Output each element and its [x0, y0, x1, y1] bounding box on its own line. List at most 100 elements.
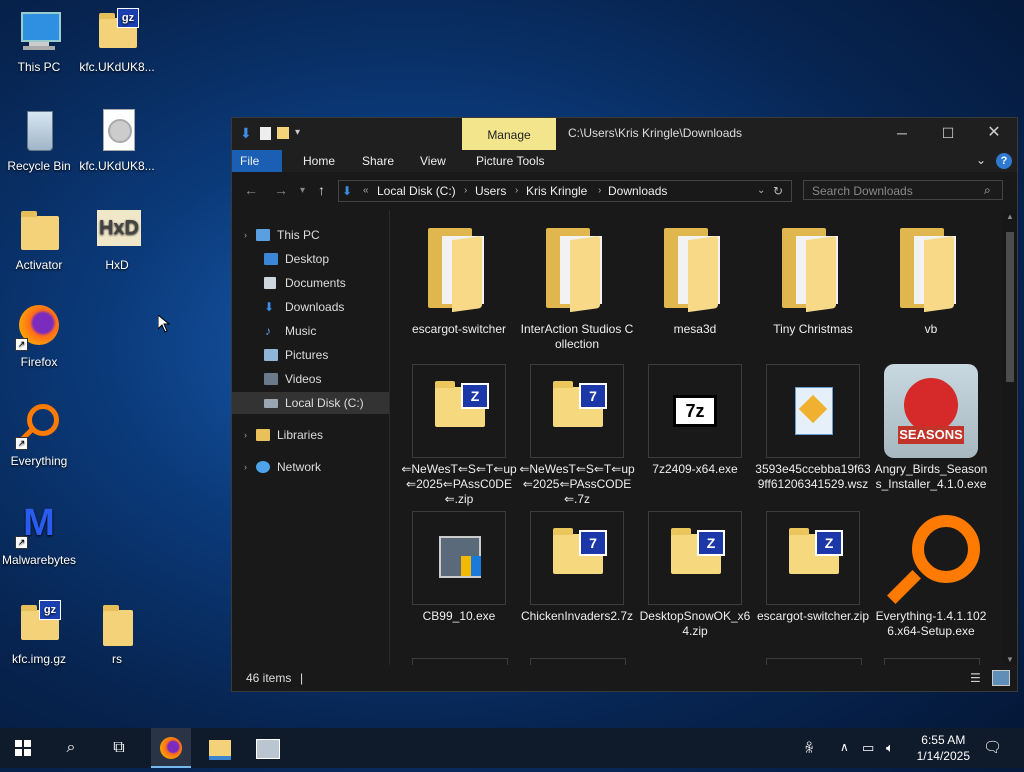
notifications-icon[interactable]: 🗨︎ — [983, 738, 1002, 756]
search-input[interactable]: Search Downloads — [803, 180, 1003, 200]
folder-item[interactable]: InterAction Studios Collection — [518, 224, 636, 352]
up-button[interactable]: ↑ — [318, 182, 325, 198]
breadcrumb-downloads[interactable]: Downloads — [608, 181, 667, 201]
nav-libraries[interactable]: › Libraries — [232, 424, 389, 446]
scroll-down-icon[interactable]: ▼ — [1006, 655, 1014, 664]
maximize-button[interactable]: ☐ — [925, 118, 971, 150]
close-button[interactable]: ✕ — [971, 118, 1017, 150]
manage-contextual-tab[interactable]: Manage — [462, 118, 556, 150]
file-item[interactable]: Z escargot-switcher.zip — [754, 511, 872, 624]
desktop-icon-kfc-gz-1[interactable]: gz kfc.UKdUK8... — [78, 8, 156, 74]
scroll-up-icon[interactable]: ▲ — [1006, 212, 1014, 221]
tab-view[interactable]: View — [409, 150, 457, 172]
item-label: mesa3d — [673, 322, 717, 336]
search-button[interactable]: ⌕ — [48, 728, 94, 768]
people-icon[interactable]: ꆜ — [804, 740, 814, 757]
nav-local-disk[interactable]: Local Disk (C:) — [232, 392, 389, 414]
nav-this-pc[interactable]: › This PC — [232, 224, 389, 246]
new-folder-icon[interactable] — [277, 127, 289, 139]
show-hidden-icons-icon[interactable]: ∧ — [840, 740, 849, 754]
task-view-button[interactable]: ⧉ — [96, 728, 142, 768]
nav-music[interactable]: ♪ Music — [232, 320, 389, 342]
chevron-right-icon[interactable]: › — [244, 456, 247, 478]
folder-item[interactable]: mesa3d — [636, 224, 754, 337]
desktop-icon-label: Malwarebytes — [1, 553, 77, 567]
nav-pictures[interactable]: Pictures — [232, 344, 389, 366]
file-item[interactable]: Z ⇐NeWesT⇐S⇐T⇐up⇐2025⇐PAssC0DE⇐.zip — [400, 364, 518, 507]
taskbar-firefox[interactable] — [151, 728, 191, 768]
file-item[interactable]: Everything-1.4.1.1026.x64-Setup.exe — [872, 511, 990, 639]
nav-downloads[interactable]: ⬇ Downloads — [232, 296, 389, 318]
volume-icon[interactable]: 🔈︎ — [886, 740, 894, 756]
address-dropdown-icon[interactable]: ⌄ — [757, 181, 765, 201]
vertical-scrollbar[interactable]: ▲ ▼ — [1003, 210, 1017, 666]
file-item[interactable]: 7z 7z2409-x64.exe — [636, 364, 754, 477]
chevron-right-icon[interactable]: › — [244, 424, 247, 446]
breadcrumb-users[interactable]: Users — [475, 181, 506, 201]
breadcrumb-kris-kringle[interactable]: Kris Kringle — [526, 181, 587, 201]
down-arrow-icon[interactable]: ⬇ — [240, 126, 254, 140]
zip-archive-icon: Z — [412, 364, 506, 458]
desktop-icon-this-pc[interactable]: This PC — [0, 8, 78, 74]
nav-documents[interactable]: Documents — [232, 272, 389, 294]
taskbar-app[interactable] — [245, 728, 291, 768]
nav-network[interactable]: › Network — [232, 456, 389, 478]
file-item[interactable]: 3593e45ccebba19f639ff61206341529.wsz — [754, 364, 872, 492]
file-item[interactable]: SEASONS Angry_Birds_Seasons_Installer_4.… — [872, 364, 990, 492]
title-bar[interactable]: ⬇ ▾ Manage C:\Users\Kris Kringle\Downloa… — [232, 118, 1017, 150]
desktop-icon-activator[interactable]: Activator — [0, 206, 78, 272]
folder-item[interactable]: escargot-switcher — [400, 224, 518, 337]
nav-desktop[interactable]: Desktop — [232, 248, 389, 270]
scrollbar-thumb[interactable] — [1006, 232, 1014, 382]
recycle-bin-icon — [15, 107, 63, 155]
file-item[interactable]: Z DesktopSnowOK_x64.zip — [636, 511, 754, 639]
recent-locations-button[interactable]: ▾ — [300, 185, 305, 196]
tab-picture-tools[interactable]: Picture Tools — [465, 150, 555, 172]
tab-file[interactable]: File — [232, 150, 282, 172]
zip-archive-icon: Z — [766, 511, 860, 605]
help-icon[interactable]: ? — [996, 153, 1012, 169]
network-tray-icon[interactable]: ▭ — [862, 740, 874, 756]
desktop-icon-recycle-bin[interactable]: Recycle Bin — [0, 107, 78, 173]
breadcrumb-separator: « — [363, 185, 369, 196]
dropdown-icon[interactable]: ▾ — [295, 126, 309, 140]
address-bar[interactable]: ⬇ « Local Disk (C:) › Users › Kris Kring… — [338, 180, 792, 202]
forward-button[interactable]: → — [274, 182, 288, 198]
tab-home[interactable]: Home — [292, 150, 346, 172]
expand-ribbon-icon[interactable]: ⌄ — [976, 153, 986, 167]
file-item[interactable]: 7 ⇐NeWesT⇐S⇐T⇐up⇐2025⇐PAssCODE⇐.7z — [518, 364, 636, 507]
desktop-icon-firefox[interactable]: ↗ Firefox — [0, 303, 78, 369]
nav-label: This PC — [277, 228, 320, 242]
desktop-icon-kfc-file[interactable]: kfc.UKdUK8... — [78, 107, 156, 173]
tab-share[interactable]: Share — [351, 150, 405, 172]
folder-item[interactable]: vb — [872, 224, 990, 337]
item-label: Everything-1.4.1.1026.x64-Setup.exe — [875, 609, 987, 638]
back-button[interactable]: ← — [244, 182, 258, 198]
chevron-right-icon[interactable]: › — [244, 224, 247, 246]
computer-icon — [15, 8, 63, 56]
details-view-icon[interactable]: ☰ — [970, 665, 981, 691]
start-button[interactable] — [0, 728, 46, 768]
large-icons-view-icon[interactable] — [992, 670, 1010, 686]
desktop-icon-kfc-img-gz[interactable]: gz kfc.img.gz — [0, 600, 78, 666]
desktop-icon-hxd[interactable]: HxD HxD — [78, 206, 156, 272]
computer-icon — [256, 229, 270, 241]
clock[interactable]: 6:55 AM 1/14/2025 — [917, 732, 970, 764]
properties-icon[interactable] — [260, 126, 271, 140]
folder-item[interactable]: Tiny Christmas — [754, 224, 872, 337]
nav-videos[interactable]: Videos — [232, 368, 389, 390]
file-item[interactable]: CB99_10.exe — [400, 511, 518, 624]
nav-label: Documents — [285, 276, 346, 290]
firefox-icon — [160, 737, 182, 759]
desktop-icon-everything[interactable]: ↗ Everything — [0, 402, 78, 468]
hxd-icon: HxD — [93, 206, 141, 254]
desktop-icon-rs[interactable]: rs — [78, 600, 156, 666]
nav-label: Videos — [285, 372, 322, 386]
item-label: Angry_Birds_Seasons_Installer_4.1.0.exe — [874, 462, 988, 491]
desktop-icon-malwarebytes[interactable]: M ↗ Malwarebytes — [0, 501, 78, 567]
file-item[interactable]: 7 ChickenInvaders2.7z — [518, 511, 636, 624]
breadcrumb-local-disk[interactable]: Local Disk (C:) — [377, 181, 456, 201]
minimize-button[interactable]: ─ — [879, 118, 925, 150]
refresh-icon[interactable]: ↻ — [773, 181, 783, 201]
taskbar-file-explorer[interactable] — [197, 728, 243, 768]
